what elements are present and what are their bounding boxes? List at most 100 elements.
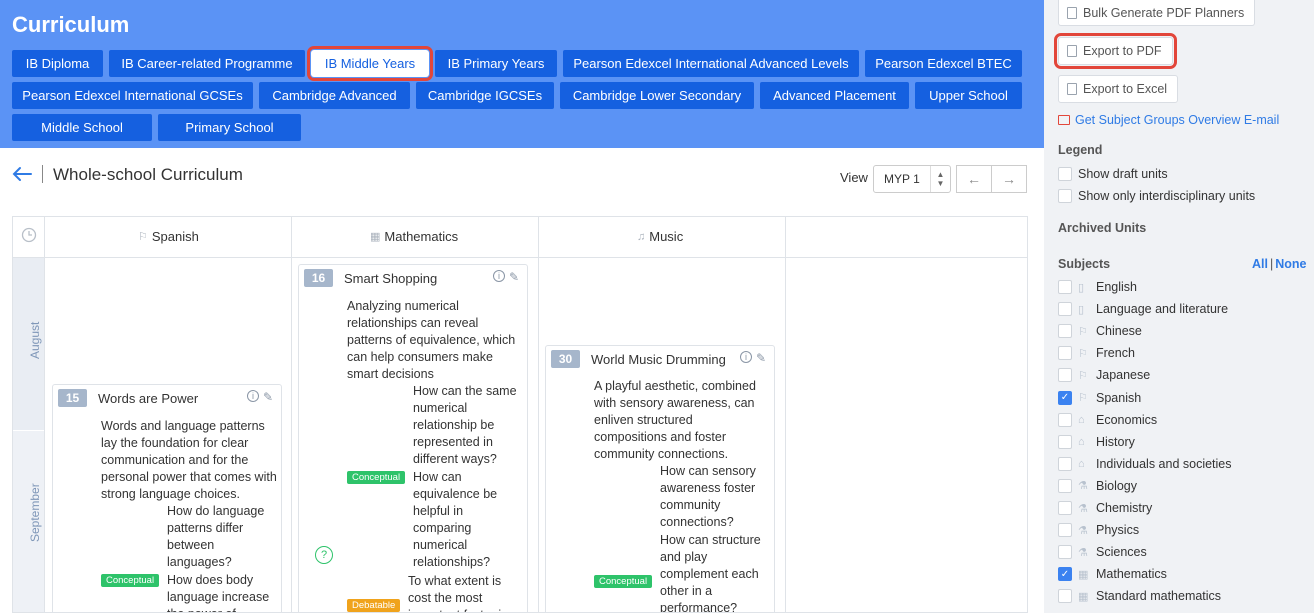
statement-of-inquiry: Words and language patterns lay the foun…	[101, 419, 277, 501]
info-icon[interactable]: i	[739, 351, 752, 363]
programme-cambridge-igcse-button[interactable]: Cambridge IGCSEs	[416, 82, 554, 109]
checkbox[interactable]	[1058, 545, 1072, 560]
checkbox[interactable]	[1058, 434, 1072, 449]
checkbox[interactable]	[1058, 478, 1072, 493]
export-to-pdf-button[interactable]: Export to PDF	[1054, 33, 1177, 69]
checkbox[interactable]	[1058, 167, 1072, 181]
programme-upper-school-button[interactable]: Upper School	[915, 82, 1022, 109]
programme-advanced-placement-button[interactable]: Advanced Placement	[760, 82, 909, 109]
subject-checkbox-row[interactable]: ⚐ Japanese	[1058, 368, 1150, 383]
checkbox[interactable]	[1058, 412, 1072, 427]
subject-checkbox-row[interactable]: ▯ English	[1058, 280, 1137, 294]
unit-title[interactable]: World Music Drumming	[591, 352, 726, 367]
month-label-september: September	[28, 483, 42, 542]
subject-checkbox-row[interactable]: ⚐ French	[1058, 346, 1135, 361]
subject-checkbox-row[interactable]: ⚗ Chemistry	[1058, 501, 1152, 515]
subject-checkbox-row[interactable]: ⚐ Chinese	[1058, 324, 1142, 339]
flag-icon: ⚐	[138, 231, 148, 243]
calculator-icon: ▦	[1078, 590, 1089, 603]
unit-tools: i ✎	[492, 270, 519, 284]
building-icon: ⌂	[1078, 435, 1085, 448]
unit-title[interactable]: Smart Shopping	[344, 271, 437, 286]
subject-checkbox-row[interactable]: ⚗ Physics	[1058, 523, 1140, 538]
back-arrow-icon[interactable]	[11, 165, 33, 183]
checkbox-checked[interactable]: ✓	[1058, 390, 1072, 405]
pencil-icon[interactable]: ✎	[756, 351, 766, 365]
subject-label: Individuals and societies	[1096, 456, 1232, 471]
checkbox[interactable]	[1058, 280, 1072, 294]
subject-label: English	[1096, 280, 1137, 294]
programme-middle-school-button[interactable]: Middle School	[12, 114, 152, 141]
subject-label: Physics	[1096, 523, 1140, 538]
unit-tools: i ✎	[246, 390, 273, 404]
next-arrow-button[interactable]: →	[991, 165, 1027, 193]
select-none-link[interactable]: None	[1275, 257, 1306, 271]
unit-number-badge: 16	[304, 269, 333, 287]
select-all-link[interactable]: All	[1252, 257, 1268, 271]
checkbox[interactable]	[1058, 589, 1072, 604]
view-select[interactable]: MYP 1 ▲ ▼	[873, 165, 951, 193]
column-header-mathematics: ▦ Mathematics	[370, 229, 458, 244]
checkbox[interactable]	[1058, 456, 1072, 471]
checkbox-label: Show draft units	[1078, 167, 1168, 181]
conceptual-tag: Conceptual	[594, 575, 653, 588]
legend-checkbox-interdisciplinary[interactable]: Show only interdisciplinary units	[1058, 189, 1255, 203]
unit-title[interactable]: Words are Power	[98, 391, 198, 406]
programme-pearson-btec-button[interactable]: Pearson Edexcel BTEC	[865, 50, 1022, 77]
archived-units-heading[interactable]: Archived Units	[1058, 221, 1146, 235]
export-pdf-label: Export to PDF	[1083, 44, 1162, 58]
subject-label: Standard mathematics	[1096, 589, 1222, 604]
programme-ib-career-button[interactable]: IB Career-related Programme	[109, 50, 305, 77]
view-select-value: MYP 1	[884, 172, 920, 186]
checkbox[interactable]	[1058, 302, 1072, 317]
programme-ib-diploma-button[interactable]: IB Diploma	[12, 50, 103, 77]
month-label-august: August	[28, 321, 42, 359]
checkbox[interactable]	[1058, 324, 1072, 339]
programme-pearson-igcse-button[interactable]: Pearson Edexcel International GCSEs	[12, 82, 253, 109]
pencil-icon[interactable]: ✎	[263, 390, 273, 404]
subject-checkbox-row[interactable]: ⌂ Economics	[1058, 412, 1157, 427]
unit-card[interactable]: 16 Smart Shopping i ✎ Analyzing numerica…	[298, 264, 528, 612]
subject-groups-email-link[interactable]: Get Subject Groups Overview E-mail	[1058, 113, 1279, 127]
view-label: View	[840, 170, 868, 185]
legend-checkbox-draft[interactable]: Show draft units	[1058, 167, 1168, 181]
subject-checkbox-row[interactable]: ⌂ History	[1058, 434, 1135, 449]
music-note-icon: ♫	[637, 230, 646, 243]
checkbox[interactable]	[1058, 501, 1072, 515]
subjects-heading: Subjects	[1058, 257, 1111, 271]
unit-card-header: 30 World Music Drumming i ✎	[546, 346, 774, 372]
subject-checkbox-row[interactable]: ⌂ Individuals and societies	[1058, 456, 1232, 471]
debatable-tag: Debatable	[347, 599, 401, 612]
checkbox[interactable]	[1058, 523, 1072, 538]
export-to-excel-button[interactable]: Export to Excel	[1058, 75, 1179, 103]
info-icon[interactable]: i	[492, 270, 505, 282]
programme-ib-myp-button[interactable]: IB Middle Years	[307, 46, 433, 81]
subject-label: Biology	[1096, 478, 1137, 493]
bulk-generate-pdf-button[interactable]: Bulk Generate PDF Planners	[1058, 0, 1256, 26]
subject-checkbox-row[interactable]: ✓ ⚐ Spanish	[1058, 390, 1141, 405]
unit-card[interactable]: 30 World Music Drumming i ✎ A playful ae…	[545, 345, 775, 612]
email-link-label: Get Subject Groups Overview E-mail	[1075, 113, 1280, 127]
subject-checkbox-row[interactable]: ▦ Standard mathematics	[1058, 589, 1222, 604]
pencil-icon[interactable]: ✎	[509, 270, 519, 284]
subject-checkbox-row[interactable]: ⚗ Sciences	[1058, 545, 1147, 560]
checkbox-checked[interactable]: ✓	[1058, 567, 1072, 582]
subject-checkbox-row[interactable]: ⚗ Biology	[1058, 478, 1137, 493]
info-icon[interactable]: i	[246, 390, 259, 402]
conceptual-tag: Conceptual	[347, 471, 406, 484]
checkbox[interactable]	[1058, 346, 1072, 361]
checkbox[interactable]	[1058, 368, 1072, 383]
programme-cambridge-lower-secondary-button[interactable]: Cambridge Lower Secondary	[560, 82, 754, 109]
programme-ib-pyp-button[interactable]: IB Primary Years	[435, 50, 557, 77]
all-none-toggle: All | None	[1252, 257, 1307, 271]
programme-cambridge-advanced-button[interactable]: Cambridge Advanced	[259, 82, 410, 109]
unit-card[interactable]: 15 Words are Power i ✎ Words and languag…	[52, 384, 282, 612]
subject-checkbox-row[interactable]: ✓ ▦ Mathematics	[1058, 567, 1167, 582]
checkbox[interactable]	[1058, 189, 1072, 203]
programme-primary-school-button[interactable]: Primary School	[158, 114, 301, 141]
flask-icon: ⚗	[1078, 502, 1088, 515]
conceptual-tag: Conceptual	[101, 574, 160, 587]
previous-arrow-button[interactable]: ←	[956, 165, 992, 193]
subject-checkbox-row[interactable]: ▯ Language and literature	[1058, 302, 1228, 317]
programme-pearson-ial-button[interactable]: Pearson Edexcel International Advanced L…	[563, 50, 859, 77]
